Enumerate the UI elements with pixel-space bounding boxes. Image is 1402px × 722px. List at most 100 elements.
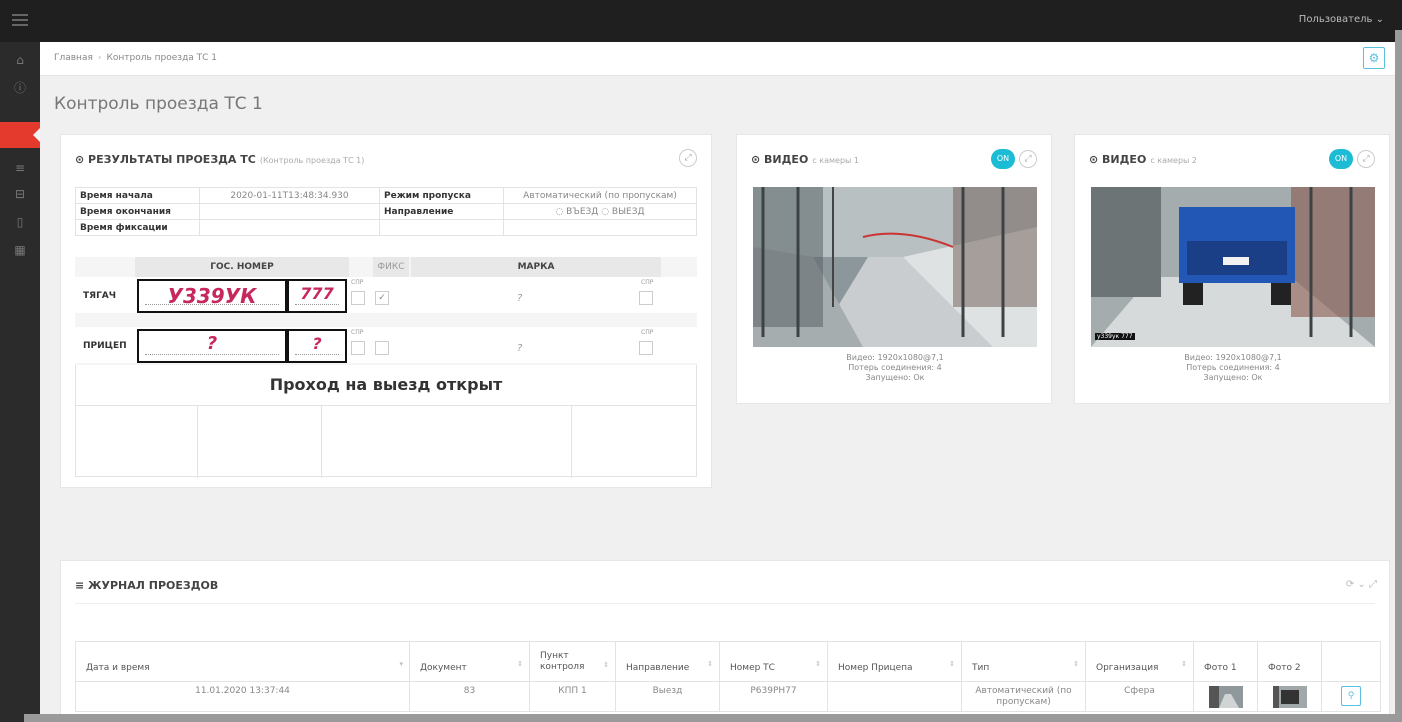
trailer-brand-checkbox[interactable]	[639, 341, 653, 355]
video2-plate-overlay: у339ук 777	[1095, 333, 1135, 340]
grid-icon[interactable]: ▦	[10, 240, 30, 260]
pass-mode-label: Режим пропуска	[379, 187, 504, 204]
gear-icon[interactable]: ⚙	[1363, 47, 1385, 69]
radio-out[interactable]: ◌	[601, 207, 612, 217]
end-time-label: Время окончания	[75, 203, 200, 220]
cell-type: Автоматический (по пропускам)	[961, 681, 1086, 712]
pass-mode-value: Автоматический (по пропускам)	[503, 187, 697, 204]
col-type[interactable]: Тип ⇕	[961, 641, 1086, 682]
col-direction[interactable]: Направление ⇕	[615, 641, 720, 682]
database-icon[interactable]: ≡	[10, 158, 30, 178]
video1-expand-icon[interactable]: ⤢	[1019, 150, 1037, 168]
cell-actions: ⚲	[1321, 681, 1381, 712]
col-document[interactable]: Документ ⇕	[409, 641, 530, 682]
end-time-value	[199, 203, 380, 220]
breadcrumb-separator: ›	[97, 53, 102, 63]
plates-area: ГОС. НОМЕР ФИКС МАРКА ТЯГАЧ У339УК 777 С…	[75, 257, 697, 365]
truck-spr-label: СПР	[351, 279, 364, 286]
video2-on-toggle[interactable]: ON	[1329, 149, 1353, 169]
cell-document: 83	[409, 681, 530, 712]
video1-on-toggle[interactable]: ON	[991, 149, 1015, 169]
col-datetime[interactable]: Дата и время ▾	[75, 641, 410, 682]
user-menu[interactable]: Пользователь ⌄	[1299, 14, 1384, 25]
truck-plate-number: У339УК	[137, 279, 287, 313]
video2-stream[interactable]: у339ук 777	[1091, 187, 1375, 347]
radio-in[interactable]: ◌	[555, 207, 566, 217]
cell-datetime: 11.01.2020 13:37:44	[75, 681, 410, 712]
trailer-brand-spr-label: СПР	[641, 329, 654, 336]
breadcrumb-current: Контроль проезда ТС 1	[106, 53, 218, 63]
video2-expand-icon[interactable]: ⤢	[1357, 150, 1375, 168]
col-checkpoint[interactable]: Пункт контроля ⇕	[529, 641, 616, 682]
trailer-plate-number: ?	[137, 329, 287, 363]
sidebar: ⌂ ⓘ ≡ ⊟ ▯ ▦	[0, 42, 40, 722]
fix-header: ФИКС	[373, 257, 409, 277]
cell-plate: Р639РН77	[719, 681, 828, 712]
journal-title: ≡ ЖУРНАЛ ПРОЕЗДОВ	[75, 579, 219, 592]
results-subtitle: (Контроль проезда ТС 1)	[259, 156, 365, 165]
photo1-thumbnail[interactable]	[1208, 686, 1243, 708]
expand-icon[interactable]: ⤢	[679, 149, 697, 167]
plate-header: ГОС. НОМЕР	[135, 257, 349, 277]
video1-info: Видео: 1920x1080@7,1 Потерь соединения: …	[846, 353, 944, 382]
document-icon[interactable]: ▯	[10, 212, 30, 232]
frame-shadow-bottom	[24, 714, 1402, 722]
truck-brand-checkbox[interactable]	[639, 291, 653, 305]
results-info-table: Время начала 2020-01-11T13:48:34.930 Реж…	[75, 187, 697, 236]
trailer-spr-checkbox[interactable]	[351, 341, 365, 355]
truck-label: ТЯГАЧ	[83, 291, 117, 301]
page-title: Контроль проезда ТС 1	[54, 94, 263, 114]
home-icon[interactable]: ⌂	[10, 50, 30, 70]
truck-brand-spr-label: СПР	[641, 279, 654, 286]
journal-header-row: Дата и время ▾ Документ ⇕ Пункт контроля ⇕ …	[75, 641, 1381, 682]
search-icon[interactable]: ⚲	[1341, 686, 1361, 706]
col-plate[interactable]: Номер ТС ⇕	[719, 641, 828, 682]
trailer-brand-value: ?	[517, 343, 523, 354]
menu-icon[interactable]	[12, 14, 28, 26]
col-trailer[interactable]: Номер Прицепа ⇕	[827, 641, 962, 682]
radio-in-label: ВЪЕЗД	[566, 206, 599, 217]
video-panel-1: ⊙ ВИДЕО с камеры 1 ON ⤢ Видео: 1920x1080…	[736, 134, 1052, 404]
truck-spr-checkbox[interactable]	[351, 291, 365, 305]
table-row[interactable]: 11.01.2020 13:37:44 83 КПП 1 Выезд Р639Р…	[75, 681, 1381, 712]
frame-shadow-right	[1395, 30, 1402, 722]
print-icon[interactable]: ⊟	[10, 184, 30, 204]
truck-plate-region: 777	[287, 279, 347, 313]
col-photo2: Фото 2	[1257, 641, 1322, 682]
direction-options: ◌ ВЪЕЗД ◌ ВЫЕЗД	[503, 203, 697, 220]
info-icon[interactable]: ⓘ	[10, 78, 30, 98]
breadcrumb-home[interactable]: Главная	[54, 53, 93, 63]
col-org[interactable]: Организация ⇕	[1085, 641, 1194, 682]
video1-subtitle: с камеры 1	[812, 156, 859, 165]
journal-controls[interactable]: ⟳ ⌄ ⤢	[1346, 579, 1377, 590]
trailer-plate-region: ?	[287, 329, 347, 363]
cell-direction: Выезд	[615, 681, 720, 712]
sidebar-item-control-active[interactable]	[0, 122, 40, 148]
cell-photo1	[1193, 681, 1258, 712]
start-time-label: Время начала	[75, 187, 200, 204]
video2-info: Видео: 1920x1080@7,1 Потерь соединения: …	[1184, 353, 1282, 382]
breadcrumb-bar: Главная › Контроль проезда ТС 1 ⚙	[40, 42, 1395, 76]
brand-header: МАРКА	[411, 257, 661, 277]
results-title: ⊙ РЕЗУЛЬТАТЫ ПРОЕЗДА ТС (Контроль проезда…	[75, 153, 365, 166]
start-time-value: 2020-01-11T13:48:34.930	[199, 187, 380, 204]
main-content: Главная › Контроль проезда ТС 1 ⚙ Контроль…	[40, 42, 1395, 720]
fix-time-label: Время фиксации	[75, 219, 200, 236]
video2-title: ⊙ ВИДЕО с камеры 2	[1089, 153, 1197, 166]
results-panel: ⊙ РЕЗУЛЬТАТЫ ПРОЕЗДА ТС (Контроль проезда…	[60, 134, 712, 488]
photo2-thumbnail[interactable]	[1272, 686, 1307, 708]
journal-panel: ≡ ЖУРНАЛ ПРОЕЗДОВ ⟳ ⌄ ⤢ Дата и время ▾ До…	[60, 560, 1390, 720]
col-actions	[1321, 641, 1381, 682]
trailer-spr-label: СПР	[351, 329, 364, 336]
top-bar: Пользователь ⌄	[0, 0, 1402, 42]
cell-checkpoint: КПП 1	[529, 681, 616, 712]
cell-org: Сфера	[1085, 681, 1194, 712]
video1-stream[interactable]	[753, 187, 1037, 347]
journal-table: Дата и время ▾ Документ ⇕ Пункт контроля ⇕ …	[75, 641, 1381, 712]
truck-brand-value: ?	[517, 293, 523, 304]
video1-title: ⊙ ВИДЕО с камеры 1	[751, 153, 859, 166]
direction-label: Направление	[379, 203, 504, 220]
video2-subtitle: с камеры 2	[1150, 156, 1197, 165]
truck-fix-checkbox[interactable]: ✓	[375, 291, 389, 305]
trailer-fix-checkbox[interactable]	[375, 341, 389, 355]
